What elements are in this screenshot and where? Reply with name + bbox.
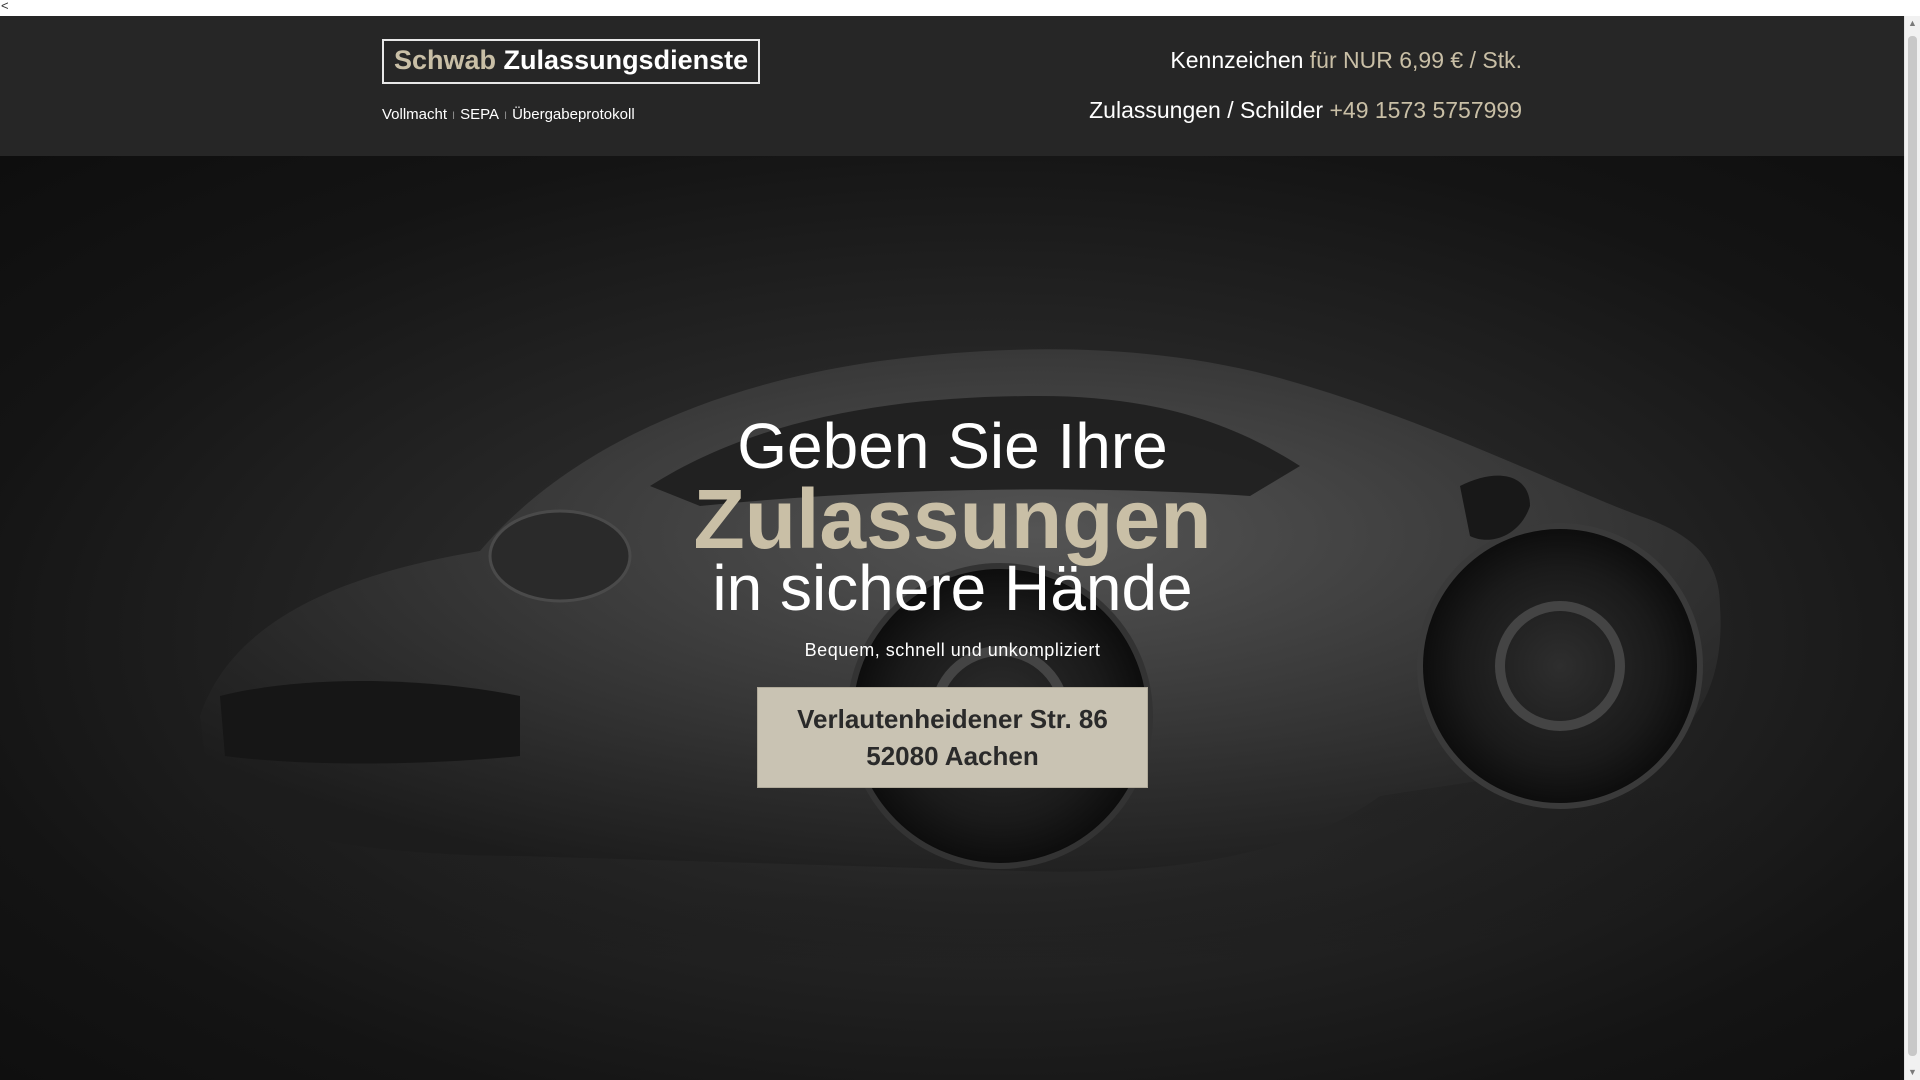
vertical-scrollbar[interactable]: ▲ ▼ xyxy=(1904,16,1920,1080)
scrollbar-thumb[interactable] xyxy=(1908,36,1917,1056)
brand-second-word: Zulassungsdienste xyxy=(503,45,749,75)
hero-heading-line3: in sichere Hände xyxy=(712,552,1193,624)
phone-number[interactable]: +49 1573 5757999 xyxy=(1329,97,1522,123)
address-street: Verlautenheidener Str. 86 xyxy=(797,704,1108,734)
price-info: Kennzeichen für NUR 6,99 € / Stk. xyxy=(1170,47,1522,74)
brand-first-word: Schwab xyxy=(394,45,497,75)
phone-info: Zulassungen / Schilder +49 1573 5757999 xyxy=(1089,97,1522,124)
stray-character: < xyxy=(1,0,9,13)
address-city: 52080 Aachen xyxy=(866,741,1039,771)
phone-label: Zulassungen / Schilder xyxy=(1089,97,1324,123)
nav-separator: I xyxy=(504,110,508,122)
page: Schwab Zulassungsdienste Vollmacht I SEPA I… xyxy=(0,16,1905,1080)
hero-section: Geben Sie Ihre Zulassungen in sichere Hä… xyxy=(0,156,1905,1080)
address-button[interactable]: Verlautenheidener Str. 86 52080 Aachen xyxy=(757,687,1148,788)
hero-subtitle: Bequem, schnell und unkompliziert xyxy=(804,640,1101,660)
price-value: für NUR 6,99 € / Stk. xyxy=(1309,47,1522,73)
scroll-down-arrow-icon[interactable]: ▼ xyxy=(1905,1065,1920,1080)
nav-link-sepa[interactable]: SEPA xyxy=(460,106,499,123)
nav-link-uebergabeprotokoll[interactable]: Übergabeprotokoll xyxy=(512,106,635,123)
price-label: Kennzeichen xyxy=(1170,47,1304,73)
scroll-up-arrow-icon[interactable]: ▲ xyxy=(1905,16,1920,31)
nav-link-vollmacht[interactable]: Vollmacht xyxy=(382,106,447,123)
brand-logo[interactable]: Schwab Zulassungsdienste xyxy=(382,39,761,84)
site-header: Schwab Zulassungsdienste Vollmacht I SEPA I… xyxy=(0,16,1905,156)
nav-separator: I xyxy=(452,110,456,122)
header-nav: Vollmacht I SEPA I Übergabeprotokoll xyxy=(382,106,635,123)
